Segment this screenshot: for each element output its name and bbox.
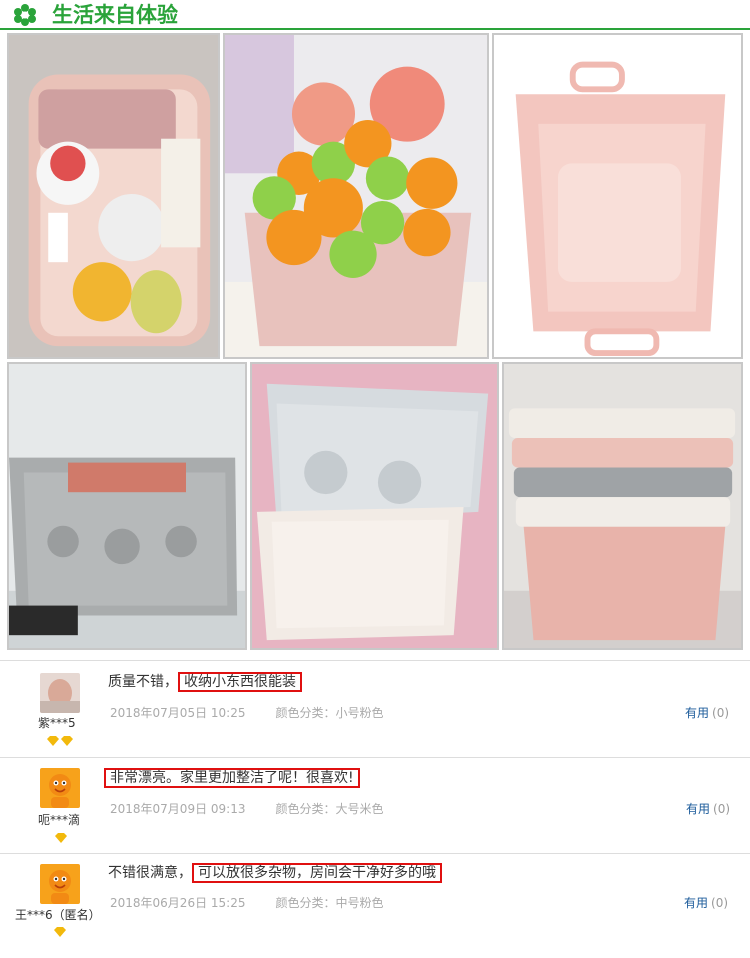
photo-empty-pink-baskets <box>494 35 741 357</box>
section-header: 生活来自体验 <box>0 0 750 30</box>
review-text-prefix: 不错很满意， <box>108 865 192 881</box>
section-title: 生活来自体验 <box>52 3 178 27</box>
diamond-level-icon <box>47 736 73 746</box>
username: 王***6（匿名） <box>15 908 101 922</box>
review-item: 呃***滴 非常漂亮。家里更加整洁了呢！很喜欢! 2018年07月09日 09:… <box>0 758 750 853</box>
review-photo-1[interactable] <box>7 33 220 359</box>
flower-logo-icon <box>14 4 36 26</box>
useful-count: (0) <box>711 896 729 910</box>
review-text: 非常漂亮。家里更加整洁了呢！很喜欢! <box>104 767 360 789</box>
useful-label[interactable]: 有用 <box>684 896 708 910</box>
username: 紫***5 <box>38 716 76 730</box>
review-date: 2018年07月05日 10:25 <box>110 706 246 720</box>
review-text: 质量不错， 收纳小东西很能装 <box>108 671 302 693</box>
useful-count: (0) <box>712 706 730 720</box>
review-date: 2018年07月09日 09:13 <box>110 802 246 816</box>
review-photo-5[interactable] <box>250 362 499 650</box>
review-date: 2018年06月26日 15:25 <box>110 896 246 910</box>
useful-button[interactable]: 有用 (0) <box>686 800 730 817</box>
review-photo-2[interactable] <box>223 33 489 359</box>
diamond-level-icon <box>54 927 66 937</box>
photo-grey-basket <box>9 364 245 648</box>
review-text-prefix: 质量不错， <box>108 674 178 690</box>
review-meta: 2018年07月09日 09:13 颜色分类：大号米色 <box>110 800 384 817</box>
diamond-level-icon <box>55 833 67 843</box>
photo-grey-white-baskets <box>252 364 497 648</box>
review-spec: 颜色分类：小号粉色 <box>275 706 384 720</box>
review-photo-3[interactable] <box>492 33 743 359</box>
review-photo-4[interactable] <box>7 362 247 650</box>
review-text: 不错很满意， 可以放很多杂物，房间会干净好多的哦 <box>108 862 442 884</box>
username: 呃***滴 <box>38 813 81 827</box>
useful-label[interactable]: 有用 <box>685 706 709 720</box>
useful-button[interactable]: 有用 (0) <box>684 894 728 911</box>
useful-count: (0) <box>713 802 731 816</box>
photo-pink-basket-items <box>9 35 218 357</box>
review-highlight: 可以放很多杂物，房间会干净好多的哦 <box>192 863 442 883</box>
review-spec: 颜色分类：中号粉色 <box>275 896 384 910</box>
review-spec: 颜色分类：大号米色 <box>275 802 384 816</box>
avatar[interactable] <box>40 864 80 904</box>
review-item: 紫***5 质量不错， 收纳小东西很能装 2018年07月05日 10:25 颜色分… <box>0 661 750 756</box>
review-highlight: 非常漂亮。家里更加整洁了呢！很喜欢! <box>104 768 360 788</box>
useful-label[interactable]: 有用 <box>686 802 710 816</box>
header-rule <box>0 28 750 30</box>
useful-button[interactable]: 有用 (0) <box>685 704 729 721</box>
review-meta: 2018年06月26日 15:25 颜色分类：中号粉色 <box>110 894 384 911</box>
review-meta: 2018年07月05日 10:25 颜色分类：小号粉色 <box>110 704 384 721</box>
avatar[interactable] <box>40 673 80 713</box>
review-highlight: 收纳小东西很能装 <box>178 672 302 692</box>
review-photo-6[interactable] <box>502 362 743 650</box>
photo-stacked-baskets <box>504 364 741 648</box>
photo-fruit-basket <box>225 35 487 357</box>
review-item: 王***6（匿名） 不错很满意， 可以放很多杂物，房间会干净好多的哦 2018年0… <box>0 854 750 958</box>
avatar[interactable] <box>40 768 80 808</box>
